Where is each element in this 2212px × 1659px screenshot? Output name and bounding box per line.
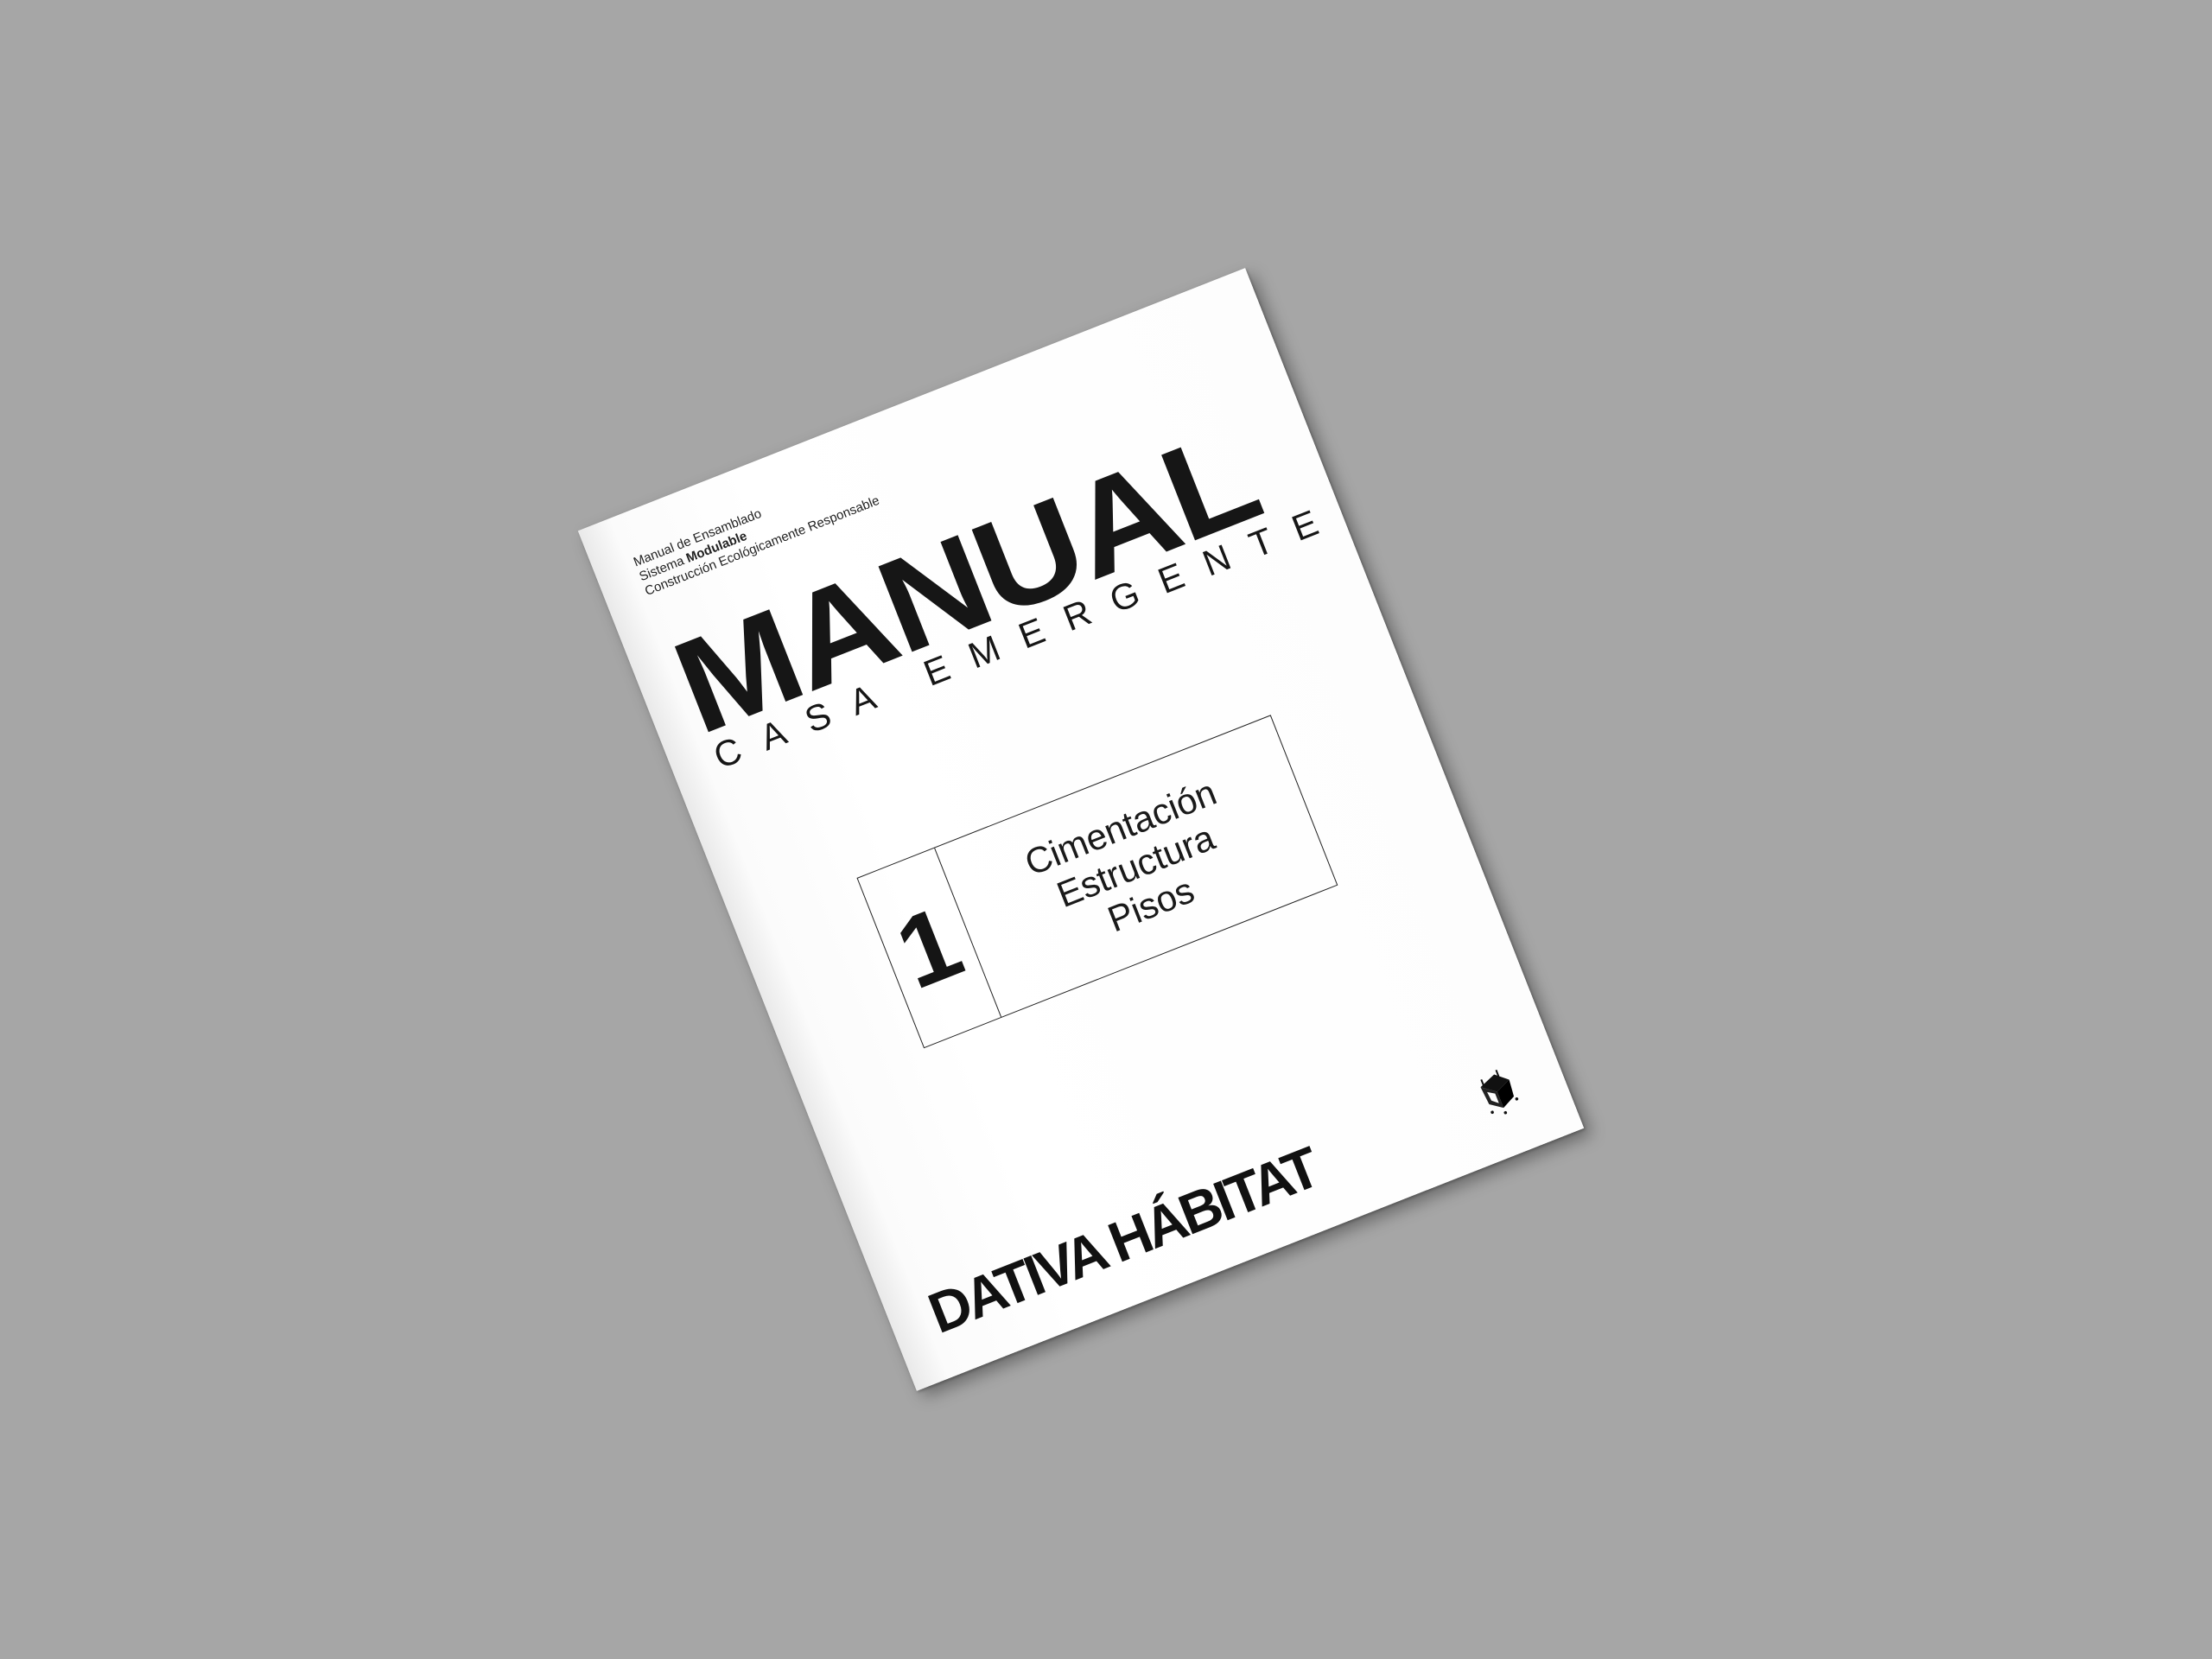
brand-name: DATIVA HÁBITAT (919, 1135, 1326, 1345)
volume-topics: Cimentación Estructura Pisos (935, 716, 1337, 1017)
house-module-logo-icon (1480, 1069, 1519, 1115)
manual-cover: Manual de Ensamblado Sistema Modulable C… (577, 268, 1585, 1391)
volume-box: 1 Cimentación Estructura Pisos (856, 715, 1338, 1049)
